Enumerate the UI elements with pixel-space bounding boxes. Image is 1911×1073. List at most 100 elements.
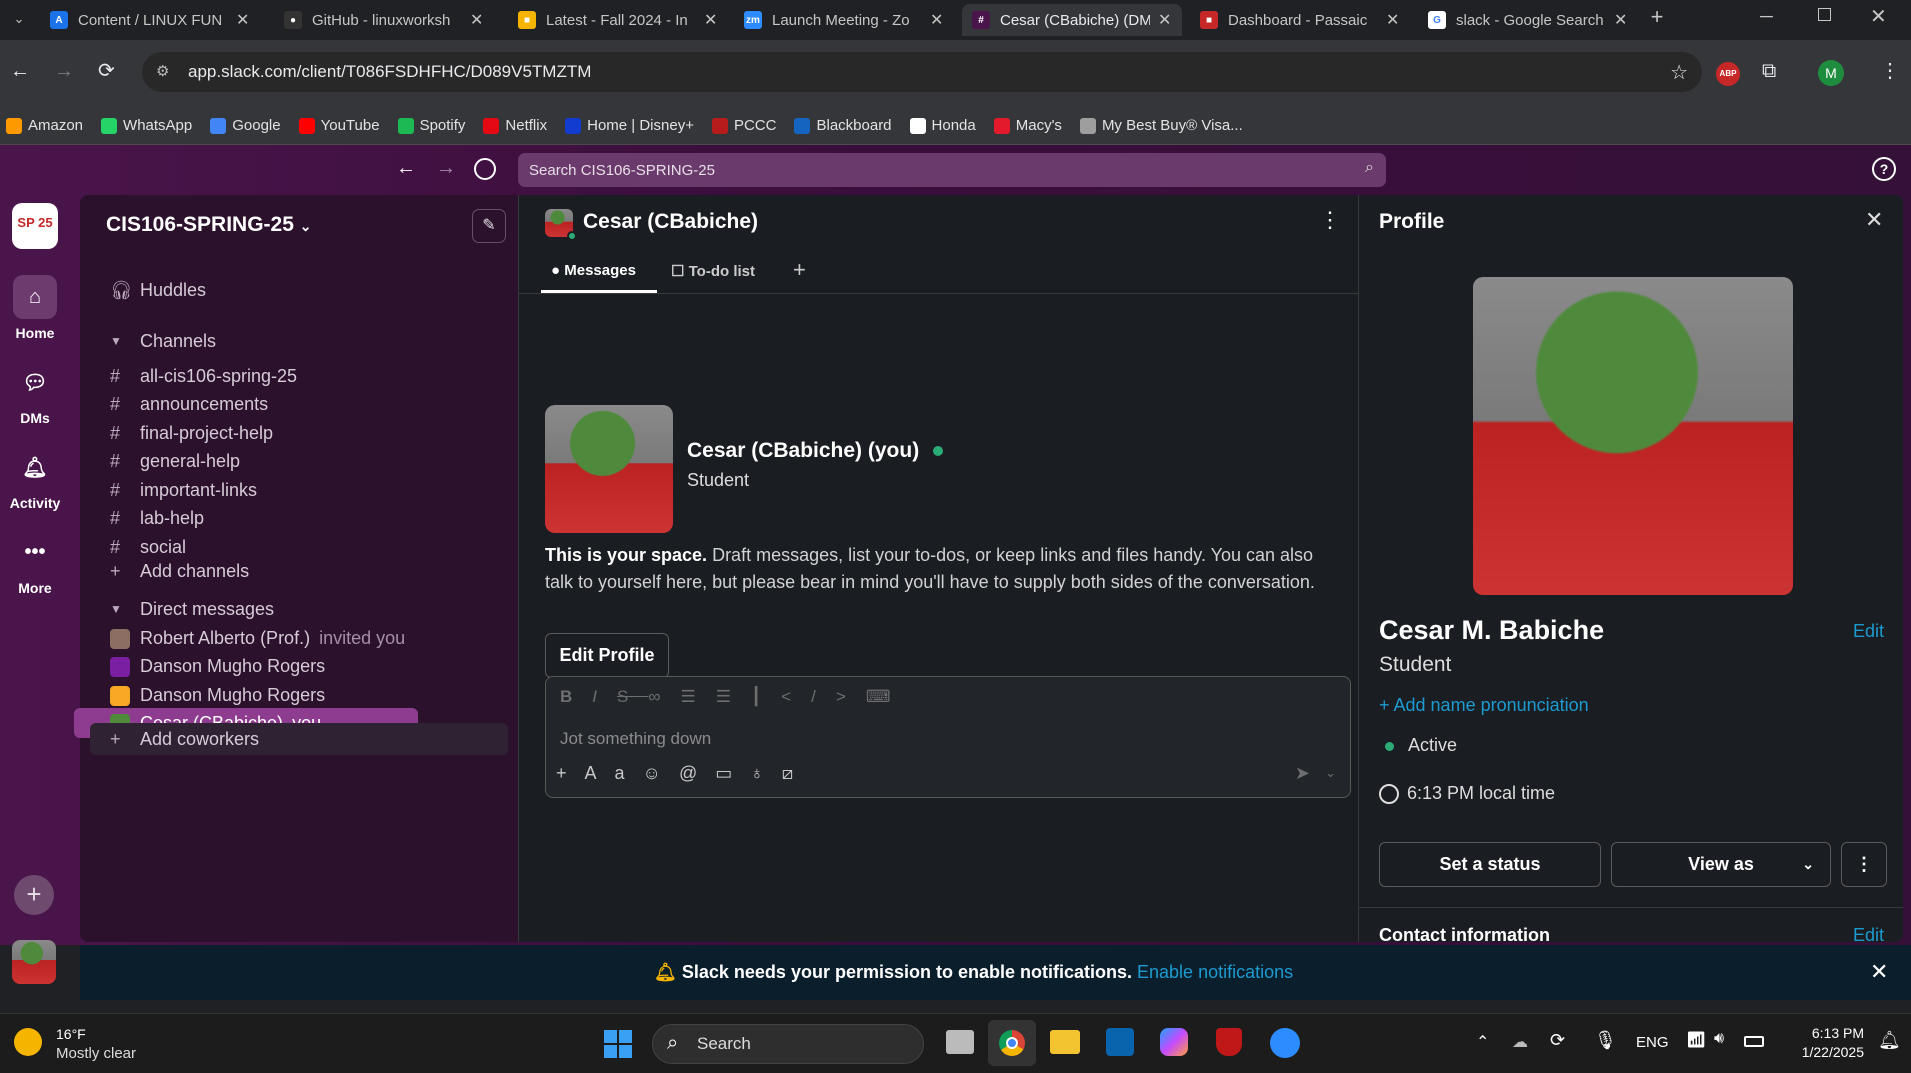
tray-chevron-icon[interactable]: ⌃ — [1476, 1032, 1489, 1052]
view-as-button[interactable]: View as ⌄ — [1611, 842, 1831, 887]
add-workspace-button[interactable]: + — [14, 875, 54, 915]
adblock-icon[interactable]: ABP — [1716, 62, 1740, 86]
copilot-icon[interactable] — [1160, 1028, 1188, 1056]
message-composer[interactable]: BIS∞☰☰┃</>⌨ Jot something down +Aa☺@▭♁⧄ … — [545, 676, 1351, 798]
sidebar-channel[interactable]: # all-cis106-spring-25 — [110, 360, 297, 392]
bookmark-item[interactable]: Amazon — [6, 117, 83, 134]
tab-search-button[interactable]: ⌄ — [8, 8, 30, 30]
user-avatar[interactable] — [12, 940, 56, 984]
tab-close-icon[interactable]: ✕ — [1158, 10, 1171, 30]
attach-plus-icon[interactable]: + — [556, 763, 585, 783]
dismiss-banner-icon[interactable]: ✕ — [1870, 959, 1888, 985]
bullet-list-icon[interactable]: ☰ — [716, 687, 751, 706]
microphone-icon[interactable]: 🎙︎ — [1594, 1030, 1617, 1051]
weather-widget[interactable]: 16°F Mostly clear — [14, 1024, 174, 1064]
chrome-menu-icon[interactable]: ⋮ — [1880, 58, 1900, 83]
zoom-taskbar-icon[interactable] — [1270, 1028, 1300, 1058]
code-icon[interactable]: </> — [781, 687, 866, 706]
bookmark-item[interactable]: Google — [210, 117, 281, 134]
profile-edit-link[interactable]: Edit — [1853, 621, 1884, 642]
blockquote-icon[interactable]: ┃ — [751, 687, 781, 706]
profile-more-button[interactable]: ⋮ — [1841, 842, 1887, 887]
task-view-icon[interactable] — [946, 1030, 974, 1054]
send-options-icon[interactable]: ⌄ — [1325, 765, 1336, 781]
browser-tab[interactable]: ● GitHub - linuxworksh ✕ — [274, 4, 494, 36]
italic-icon[interactable]: I — [592, 687, 617, 706]
send-icon[interactable]: ➤ — [1295, 763, 1310, 784]
bookmark-item[interactable]: Netflix — [483, 117, 547, 134]
format-text-icon[interactable]: Aa — [585, 763, 643, 783]
add-pronunciation-link[interactable]: + Add name pronunciation — [1379, 695, 1589, 716]
bookmark-item[interactable]: PCCC — [711, 117, 776, 134]
wifi-icon[interactable]: 📶︎ — [1686, 1030, 1706, 1050]
sync-icon[interactable]: ⟳ — [1550, 1030, 1565, 1051]
emoji-icon[interactable]: ☺ — [643, 763, 679, 783]
address-bar[interactable]: ⚙ app.slack.com/client/T086FSDHFHC/D089V… — [142, 52, 1702, 92]
contact-edit-link[interactable]: Edit — [1853, 925, 1884, 942]
tab-close-icon[interactable]: ✕ — [1614, 10, 1627, 30]
forward-icon[interactable]: → — [54, 60, 74, 83]
workspace-name-button[interactable]: CIS106-SPRING-25 ⌄ — [106, 213, 311, 237]
language-indicator[interactable]: ENG — [1636, 1034, 1669, 1051]
taskbar-search[interactable]: ⌕ Search — [652, 1024, 924, 1064]
maximize-icon[interactable] — [1818, 8, 1831, 21]
mcafee-icon[interactable] — [1216, 1028, 1242, 1056]
browser-tab[interactable]: ■ Latest - Fall 2024 - In ✕ — [508, 4, 728, 36]
sidebar-dm[interactable]: Danson Mugho Rogers — [110, 651, 334, 683]
browser-tab[interactable]: ■ Dashboard - Passaic ✕ — [1190, 4, 1410, 36]
composer-input[interactable]: Jot something down — [560, 729, 711, 749]
tab-messages[interactable]: ● Messages — [541, 253, 657, 293]
file-explorer-icon[interactable] — [1050, 1030, 1080, 1054]
tab-close-icon[interactable]: ✕ — [1386, 10, 1399, 30]
link-icon[interactable]: ∞ — [648, 687, 680, 706]
bookmark-item[interactable]: WhatsApp — [101, 117, 192, 134]
add-coworkers-button[interactable]: + Add coworkers — [110, 723, 259, 755]
tab-close-icon[interactable]: ✕ — [704, 10, 717, 30]
slash-command-icon[interactable]: ⧄ — [782, 763, 811, 783]
bookmark-item[interactable]: Honda — [909, 117, 976, 134]
chrome-taskbar-icon[interactable] — [988, 1020, 1036, 1066]
workspace-icon[interactable]: SP 25 — [12, 203, 58, 249]
browser-tab[interactable]: A Content / LINUX FUN ✕ — [40, 4, 260, 36]
code-block-icon[interactable]: ⌨ — [866, 687, 911, 706]
sidebar-channel[interactable]: # announcements — [110, 389, 268, 421]
sidebar-dm[interactable]: Robert Alberto (Prof.) invited you — [110, 622, 405, 654]
tab-todo-list[interactable]: ☐ To-do list — [671, 253, 755, 293]
battery-icon[interactable] — [1744, 1036, 1764, 1047]
tab-close-icon[interactable]: ✕ — [470, 10, 483, 30]
minimize-icon[interactable]: ─ — [1760, 6, 1773, 27]
set-status-button[interactable]: Set a status — [1379, 842, 1601, 887]
bookmark-item[interactable]: Blackboard — [794, 117, 892, 134]
dm-section-toggle[interactable]: ▼ Direct messages — [110, 593, 274, 625]
bold-icon[interactable]: B — [560, 687, 592, 706]
bookmark-star-icon[interactable]: ☆ — [1670, 60, 1688, 85]
tab-close-icon[interactable]: ✕ — [236, 10, 249, 30]
browser-tab[interactable]: # Cesar (CBabiche) (DM ✕ — [962, 4, 1182, 36]
close-window-icon[interactable]: ✕ — [1870, 4, 1887, 29]
outlook-icon[interactable] — [1106, 1028, 1134, 1056]
bookmark-item[interactable]: Spotify — [397, 117, 465, 134]
kebab-menu-icon[interactable]: ⋮ — [1319, 207, 1341, 233]
history-clock-icon[interactable] — [474, 158, 496, 180]
video-icon[interactable]: ▭ — [715, 763, 750, 783]
start-button[interactable] — [604, 1030, 632, 1058]
history-forward-icon[interactable]: → — [436, 157, 456, 180]
bookmark-item[interactable]: My Best Buy® Visa... — [1079, 117, 1243, 134]
extensions-icon[interactable]: ⧉ — [1762, 60, 1776, 83]
notification-center-icon[interactable]: 🔔︎ — [1878, 1030, 1901, 1051]
add-tab-icon[interactable]: + — [793, 257, 806, 283]
sidebar-channel[interactable]: # final-project-help — [110, 417, 273, 449]
back-icon[interactable]: ← — [10, 60, 30, 83]
microphone-icon[interactable]: ♁ — [750, 763, 782, 783]
enable-notifications-link[interactable]: Enable notifications — [1137, 962, 1293, 982]
edit-profile-button[interactable]: Edit Profile — [545, 633, 669, 678]
add-channels-button[interactable]: + Add channels — [110, 555, 249, 587]
help-icon[interactable]: ? — [1872, 157, 1896, 181]
close-icon[interactable]: ✕ — [1865, 207, 1883, 233]
sidebar-dm[interactable]: Danson Mugho Rogers — [110, 679, 334, 711]
sidebar-channel[interactable]: # lab-help — [110, 503, 204, 535]
channels-section-toggle[interactable]: ▼ Channels — [110, 325, 216, 357]
tab-close-icon[interactable]: ✕ — [930, 10, 943, 30]
search-input[interactable]: Search CIS106-SPRING-25 ⌕ — [518, 153, 1386, 187]
onedrive-icon[interactable]: ☁ — [1512, 1032, 1528, 1052]
